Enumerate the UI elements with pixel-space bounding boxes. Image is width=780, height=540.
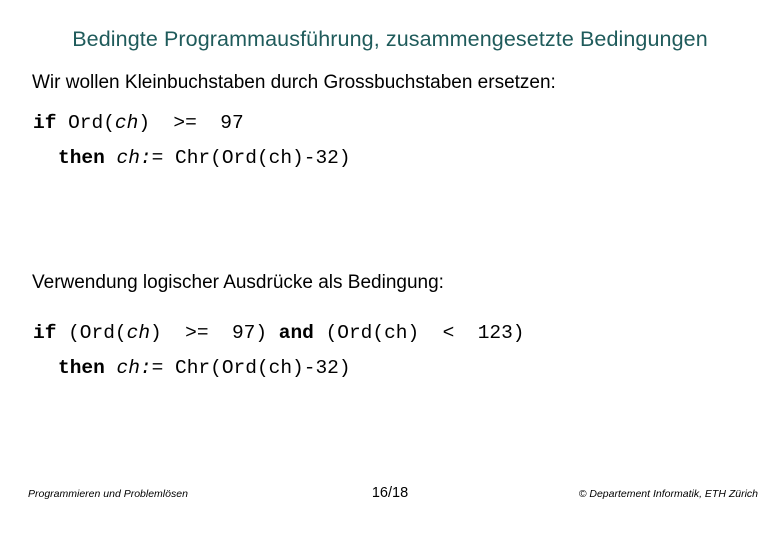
presentation-slide: Bedingte Programmausführung, zusammenges… [0,0,780,540]
code-text: Ord( [56,112,115,134]
code-text-tail: ) >= 97 [138,112,244,134]
code-text-middle: ) >= 97) [150,322,279,344]
intro-paragraph-1: Wir wollen Kleinbuchstaben durch Grossbu… [32,72,556,93]
code-line-4: then ch:= Chr(Ord(ch)-32) [58,357,351,379]
code-variable-assignment: ch:= [104,147,164,169]
code-text-tail: Chr(Ord(ch)-32) [163,147,351,169]
code-variable-assignment: ch:= [104,357,164,379]
code-keyword-then: then [58,147,105,169]
code-keyword-if: if [33,112,57,134]
code-line-2: then ch:= Chr(Ord(ch)-32) [58,147,351,169]
intro-paragraph-2: Verwendung logischer Ausdrücke als Bedin… [32,272,444,293]
footer-copyright: © Departement Informatik, ETH Zürich [578,488,758,500]
page-title: Bedingte Programmausführung, zusammenges… [72,27,708,52]
slide-footer: Programmieren und Problemlösen 16/18 © D… [0,480,780,540]
code-text: (Ord( [56,322,127,344]
slide-body: Wir wollen Kleinbuchstaben durch Grossbu… [0,56,780,480]
code-text-tail: Chr(Ord(ch)-32) [163,357,351,379]
code-variable-ch: ch [126,322,151,344]
code-text-tail: (Ord(ch) < 123) [313,322,525,344]
code-keyword-then: then [58,357,105,379]
code-line-1: if Ord(ch) >= 97 [33,112,244,134]
code-keyword-if: if [33,322,57,344]
code-line-3: if (Ord(ch) >= 97) and (Ord(ch) < 123) [33,322,525,344]
code-variable-ch: ch [114,112,139,134]
code-keyword-and: and [278,322,314,344]
